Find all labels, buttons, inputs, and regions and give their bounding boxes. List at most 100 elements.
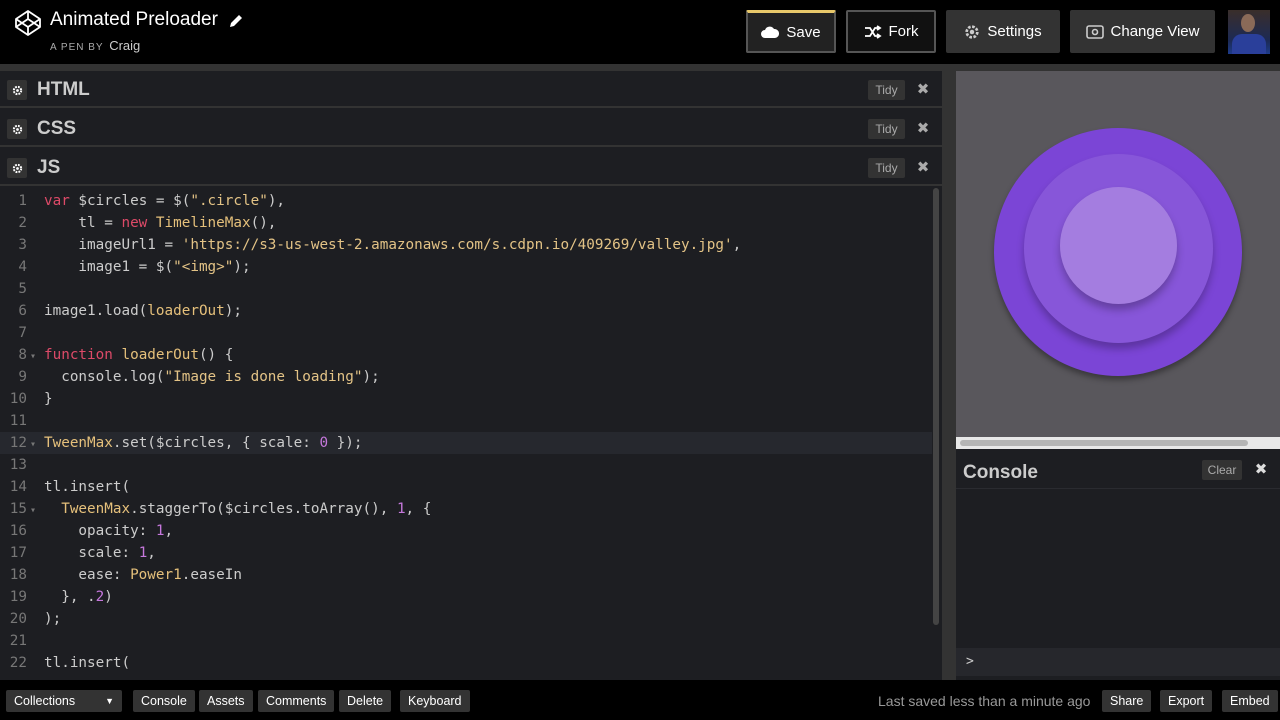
settings-button-label: Settings bbox=[987, 23, 1042, 40]
code-line[interactable]: 18 ease: Power1.easeIn bbox=[0, 564, 932, 586]
code-line[interactable]: 5 bbox=[0, 278, 932, 300]
last-saved-status: Last saved less than a minute ago bbox=[878, 693, 1091, 709]
js-close-icon[interactable]: ✖ bbox=[913, 158, 933, 178]
fold-arrow-icon[interactable]: ▾ bbox=[27, 434, 44, 456]
code-line[interactable]: 7 bbox=[0, 322, 932, 344]
code-line[interactable]: 1 var $circles = $(".circle"), bbox=[0, 190, 932, 212]
css-tidy-button[interactable]: Tidy bbox=[868, 119, 905, 139]
codepen-logo-icon[interactable] bbox=[14, 9, 42, 37]
js-editor-header[interactable]: JS Tidy ✖ bbox=[0, 149, 942, 186]
export-button[interactable]: Export bbox=[1160, 690, 1213, 712]
line-number: 7 bbox=[18, 325, 27, 341]
html-editor-title: HTML bbox=[37, 79, 90, 100]
preview-pane[interactable] bbox=[956, 71, 1280, 439]
code-line[interactable]: 15 ▾ TweenMax.staggerTo($circles.toArray(… bbox=[0, 498, 932, 520]
code-line[interactable]: 8 ▾ function loaderOut() { bbox=[0, 344, 932, 366]
line-number: 12 bbox=[9, 435, 27, 451]
code-text: ); bbox=[44, 611, 62, 627]
code-text: tl.insert( bbox=[44, 479, 131, 495]
line-number: 11 bbox=[9, 413, 27, 429]
code-line[interactable]: 14 tl.insert( bbox=[0, 476, 932, 498]
view-icon bbox=[1085, 24, 1104, 39]
code-text: image1.load(loaderOut); bbox=[44, 303, 242, 319]
html-settings-icon[interactable] bbox=[7, 80, 27, 100]
pen-by-label: A PEN BY bbox=[50, 42, 104, 53]
console-title: Console bbox=[963, 462, 1038, 483]
console-separator bbox=[956, 488, 1280, 489]
css-close-icon[interactable]: ✖ bbox=[913, 119, 933, 139]
code-text: }, .2) bbox=[44, 589, 113, 605]
assets-button[interactable]: Assets bbox=[199, 690, 253, 712]
html-close-icon[interactable]: ✖ bbox=[913, 80, 933, 100]
console-button[interactable]: Console bbox=[133, 690, 195, 712]
html-editor-header[interactable]: HTML Tidy ✖ bbox=[0, 71, 942, 108]
js-settings-icon[interactable] bbox=[7, 158, 27, 178]
line-number: 1 bbox=[18, 193, 27, 209]
embed-button[interactable]: Embed bbox=[1222, 690, 1278, 712]
line-number: 8 bbox=[18, 347, 27, 363]
share-button[interactable]: Share bbox=[1102, 690, 1152, 712]
code-line[interactable]: 19 }, .2) bbox=[0, 586, 932, 608]
line-number: 20 bbox=[9, 611, 27, 627]
code-text: TweenMax.set($circles, { scale: 0 }); bbox=[44, 435, 363, 451]
line-number: 3 bbox=[18, 237, 27, 253]
author-link[interactable]: Craig bbox=[109, 38, 140, 53]
collections-label: Collections bbox=[14, 694, 76, 708]
css-editor-header[interactable]: CSS Tidy ✖ bbox=[0, 110, 942, 147]
code-line[interactable]: 9 console.log("Image is done loading"); bbox=[0, 366, 932, 388]
line-number: 9 bbox=[18, 369, 27, 385]
code-line[interactable]: 16 opacity: 1, bbox=[0, 520, 932, 542]
code-line[interactable]: 6 image1.load(loaderOut); bbox=[0, 300, 932, 322]
edit-pencil-icon[interactable] bbox=[228, 13, 244, 29]
line-number: 15 bbox=[9, 501, 27, 517]
keyboard-button[interactable]: Keyboard bbox=[400, 690, 470, 712]
code-line[interactable]: 2 tl = new TimelineMax(), bbox=[0, 212, 932, 234]
line-number: 18 bbox=[9, 567, 27, 583]
js-code-editor[interactable]: 1 var $circles = $(".circle"), 2 tl = new … bbox=[0, 188, 932, 680]
html-tidy-button[interactable]: Tidy bbox=[868, 80, 905, 100]
fork-button[interactable]: Fork bbox=[846, 10, 936, 53]
line-number: 16 bbox=[9, 523, 27, 539]
line-number: 10 bbox=[9, 391, 27, 407]
line-number: 2 bbox=[18, 215, 27, 231]
fold-arrow-icon[interactable]: ▾ bbox=[27, 346, 44, 368]
code-line[interactable]: 13 bbox=[0, 454, 932, 476]
css-editor-title: CSS bbox=[37, 118, 77, 139]
console-clear-button[interactable]: Clear bbox=[1202, 460, 1242, 480]
js-tidy-button[interactable]: Tidy bbox=[868, 158, 905, 178]
code-line[interactable]: 4 image1 = $("<img>"); bbox=[0, 256, 932, 278]
code-line[interactable]: 22 tl.insert( bbox=[0, 652, 932, 674]
code-scrollbar[interactable] bbox=[933, 188, 939, 625]
change-view-button[interactable]: Change View bbox=[1070, 10, 1215, 53]
code-line[interactable]: 20); bbox=[0, 608, 932, 630]
console-input[interactable]: > bbox=[956, 648, 1280, 676]
code-text: tl.insert( bbox=[44, 655, 131, 671]
column-resize-handle[interactable] bbox=[942, 71, 956, 680]
delete-button[interactable]: Delete bbox=[339, 690, 392, 712]
code-line[interactable]: 12 ▾ TweenMax.set($circles, { scale: 0 }); bbox=[0, 432, 932, 454]
css-settings-icon[interactable] bbox=[7, 119, 27, 139]
js-editor-title: JS bbox=[37, 157, 61, 178]
preview-scrollbar[interactable] bbox=[960, 440, 1248, 446]
save-button-label: Save bbox=[786, 23, 821, 41]
code-text: function loaderOut() { bbox=[44, 347, 234, 363]
user-avatar[interactable] bbox=[1228, 10, 1270, 54]
collections-dropdown[interactable]: Collections ▼ bbox=[6, 690, 122, 712]
header: Animated Preloader A PEN BY Craig Save F… bbox=[0, 0, 1280, 64]
line-number: 13 bbox=[9, 457, 27, 473]
code-text: image1 = $("<img>"); bbox=[44, 259, 251, 275]
code-line[interactable]: 3 imageUrl1 = 'https://s3-us-west-2.amaz… bbox=[0, 234, 932, 256]
pen-title[interactable]: Animated Preloader bbox=[50, 9, 218, 31]
code-line[interactable]: 10} bbox=[0, 388, 932, 410]
code-text: ease: Power1.easeIn bbox=[44, 567, 242, 583]
code-line[interactable]: 17 scale: 1, bbox=[0, 542, 932, 564]
console-close-icon[interactable]: ✖ bbox=[1251, 460, 1271, 480]
header-divider bbox=[0, 64, 1280, 71]
fold-arrow-icon[interactable]: ▾ bbox=[27, 500, 44, 522]
comments-button[interactable]: Comments bbox=[258, 690, 335, 712]
code-line[interactable]: 21 bbox=[0, 630, 932, 652]
line-number: 14 bbox=[9, 479, 27, 495]
code-line[interactable]: 11 bbox=[0, 410, 932, 432]
settings-button[interactable]: Settings bbox=[946, 10, 1060, 53]
save-button[interactable]: Save bbox=[746, 10, 836, 53]
